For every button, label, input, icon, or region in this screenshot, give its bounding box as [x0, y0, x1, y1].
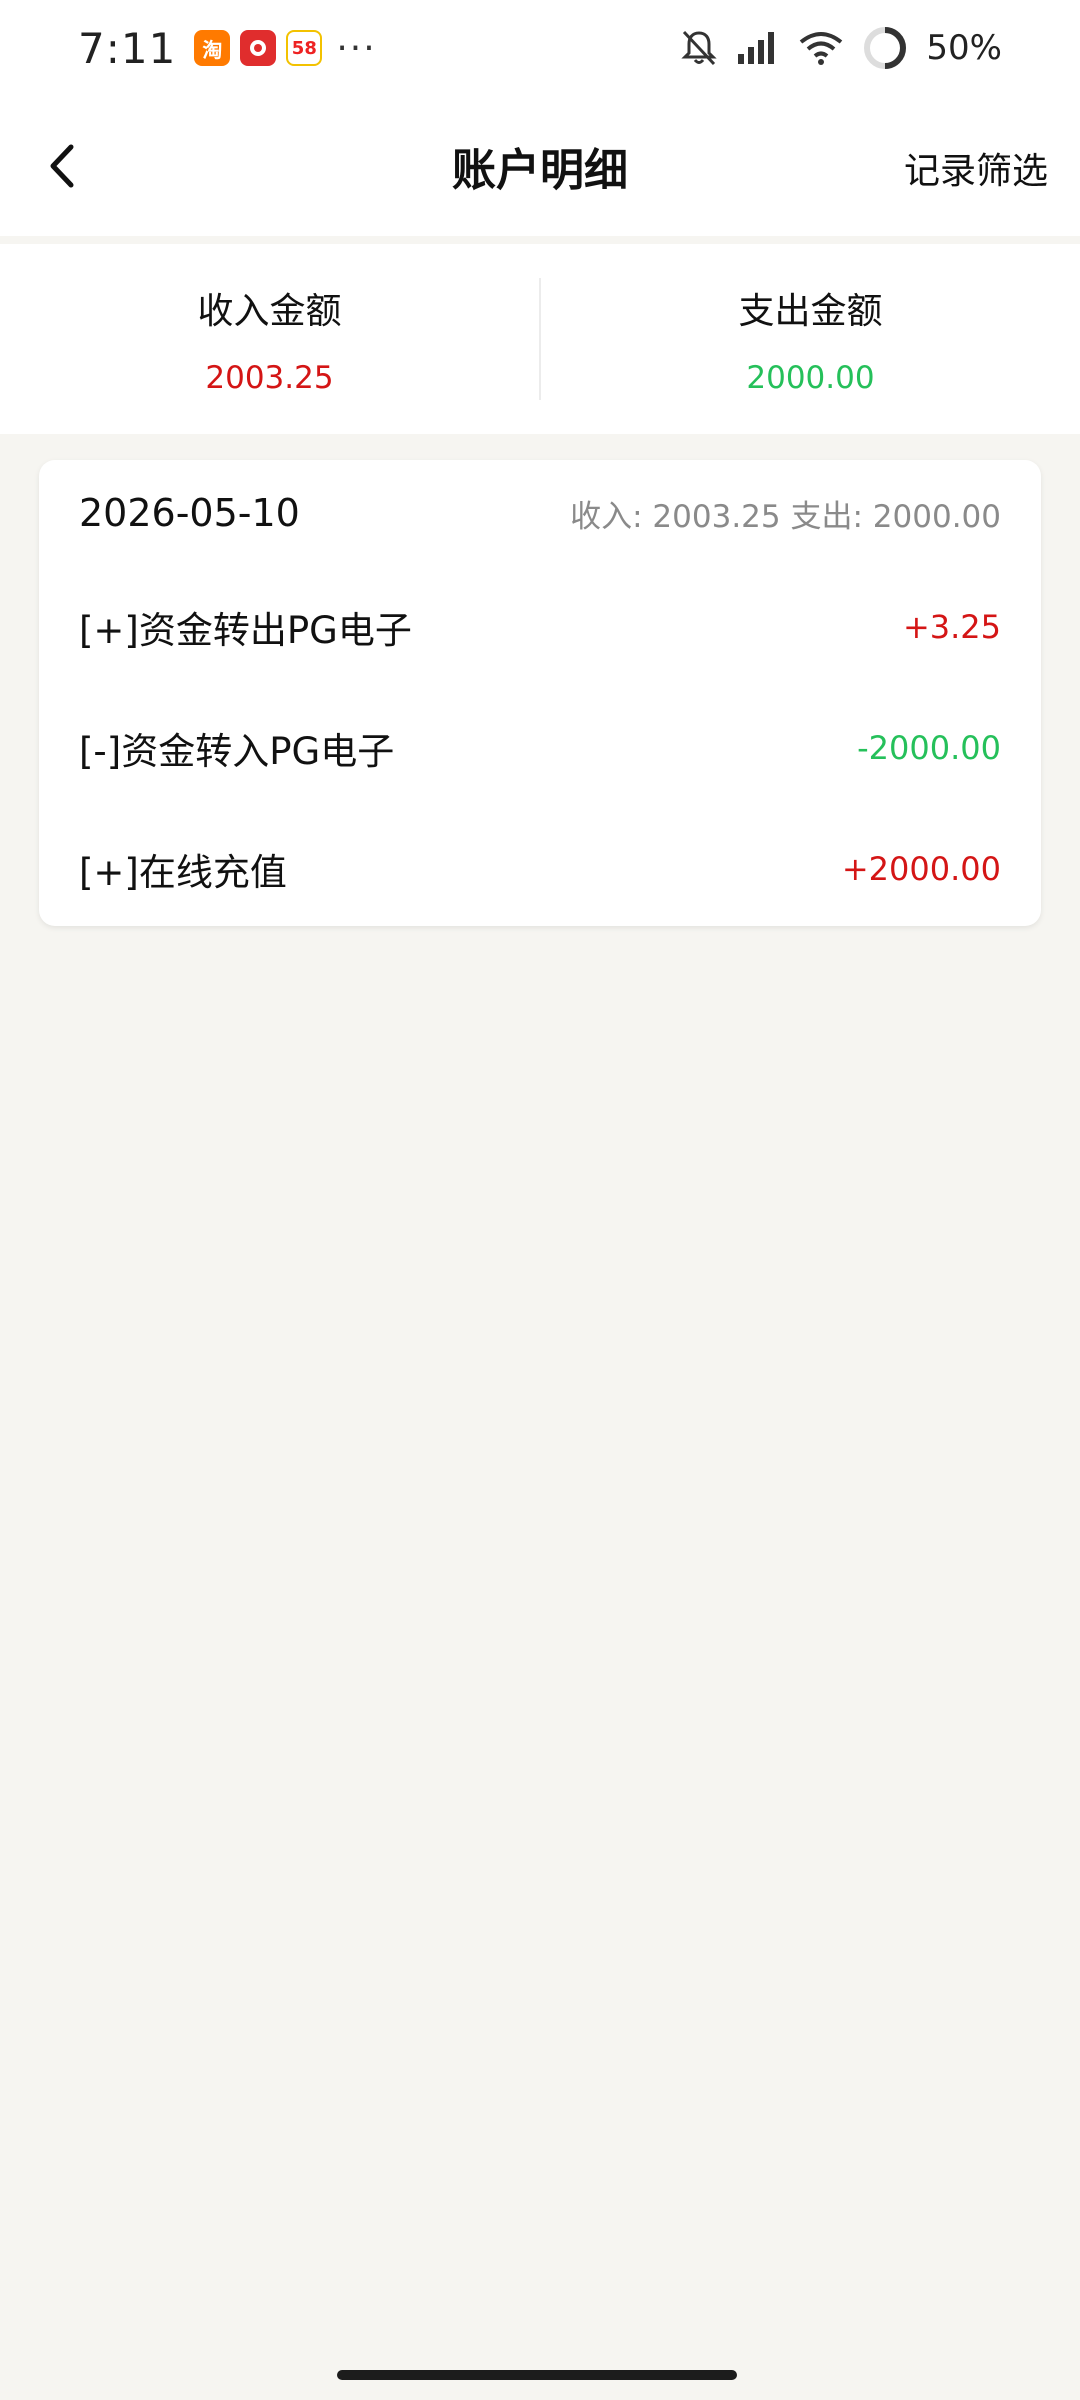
day-expense-prefix: 支出: [790, 498, 863, 535]
chevron-left-icon [50, 144, 74, 188]
wifi-icon [798, 30, 844, 66]
header: 账户明细 记录筛选 [0, 96, 1080, 236]
signal-icon [736, 30, 780, 66]
home-indicator[interactable] [337, 2370, 737, 2380]
status-bar: 7:11 淘 58 ··· 50% [0, 0, 1080, 96]
day-header: 2026-05-10 收入: 2003.25 支出: 2000.00 [39, 460, 1041, 566]
day-income-total: 2003.25 [652, 498, 781, 535]
transaction-amount: +2000.00 [841, 849, 1001, 888]
day-totals: 收入: 2003.25 支出: 2000.00 [570, 491, 1001, 536]
day-expense-total: 2000.00 [872, 498, 1001, 535]
transaction-label: [+]在线充值 [79, 850, 287, 894]
red-app-icon [240, 30, 277, 66]
battery-ring-icon [862, 25, 908, 71]
transaction-amount: -2000.00 [857, 728, 1001, 767]
transaction-label: [-]资金转入PG电子 [79, 729, 395, 773]
more-notifications-icon: ··· [336, 27, 377, 69]
status-time: 7:11 [78, 23, 177, 73]
transaction-amount: +3.25 [902, 607, 1001, 646]
transaction-label: [+]资金转出PG电子 [79, 608, 412, 652]
mute-bell-icon [680, 28, 718, 68]
income-value: 2003.25 [205, 360, 334, 396]
transaction-row[interactable]: [-]资金转入PG电子 -2000.00 [39, 687, 1041, 808]
day-record-card: 2026-05-10 收入: 2003.25 支出: 2000.00 [+]资金… [39, 460, 1041, 926]
day-income-prefix: 收入: [570, 498, 643, 535]
notification-icons: 淘 58 ··· [194, 28, 376, 69]
income-label: 收入金额 [197, 291, 342, 332]
expense-value: 2000.00 [746, 360, 875, 396]
summary-panel: 收入金额 2003.25 支出金额 2000.00 [0, 244, 1080, 434]
income-summary: 收入金额 2003.25 [0, 244, 539, 434]
expense-label: 支出金额 [738, 291, 883, 332]
transaction-row[interactable]: [+]在线充值 +2000.00 [39, 808, 1041, 929]
app-58-icon: 58 [286, 30, 323, 66]
battery-percent: 50% [926, 28, 1002, 68]
status-right: 50% [680, 25, 1002, 71]
back-button[interactable] [32, 136, 92, 196]
transaction-row[interactable]: [+]资金转出PG电子 +3.25 [39, 566, 1041, 687]
taobao-app-icon: 淘 [194, 30, 231, 66]
record-date: 2026-05-10 [79, 491, 300, 535]
expense-summary: 支出金额 2000.00 [541, 244, 1080, 434]
page-title: 账户明细 [452, 145, 628, 196]
record-filter-button[interactable]: 记录筛选 [904, 142, 1048, 194]
